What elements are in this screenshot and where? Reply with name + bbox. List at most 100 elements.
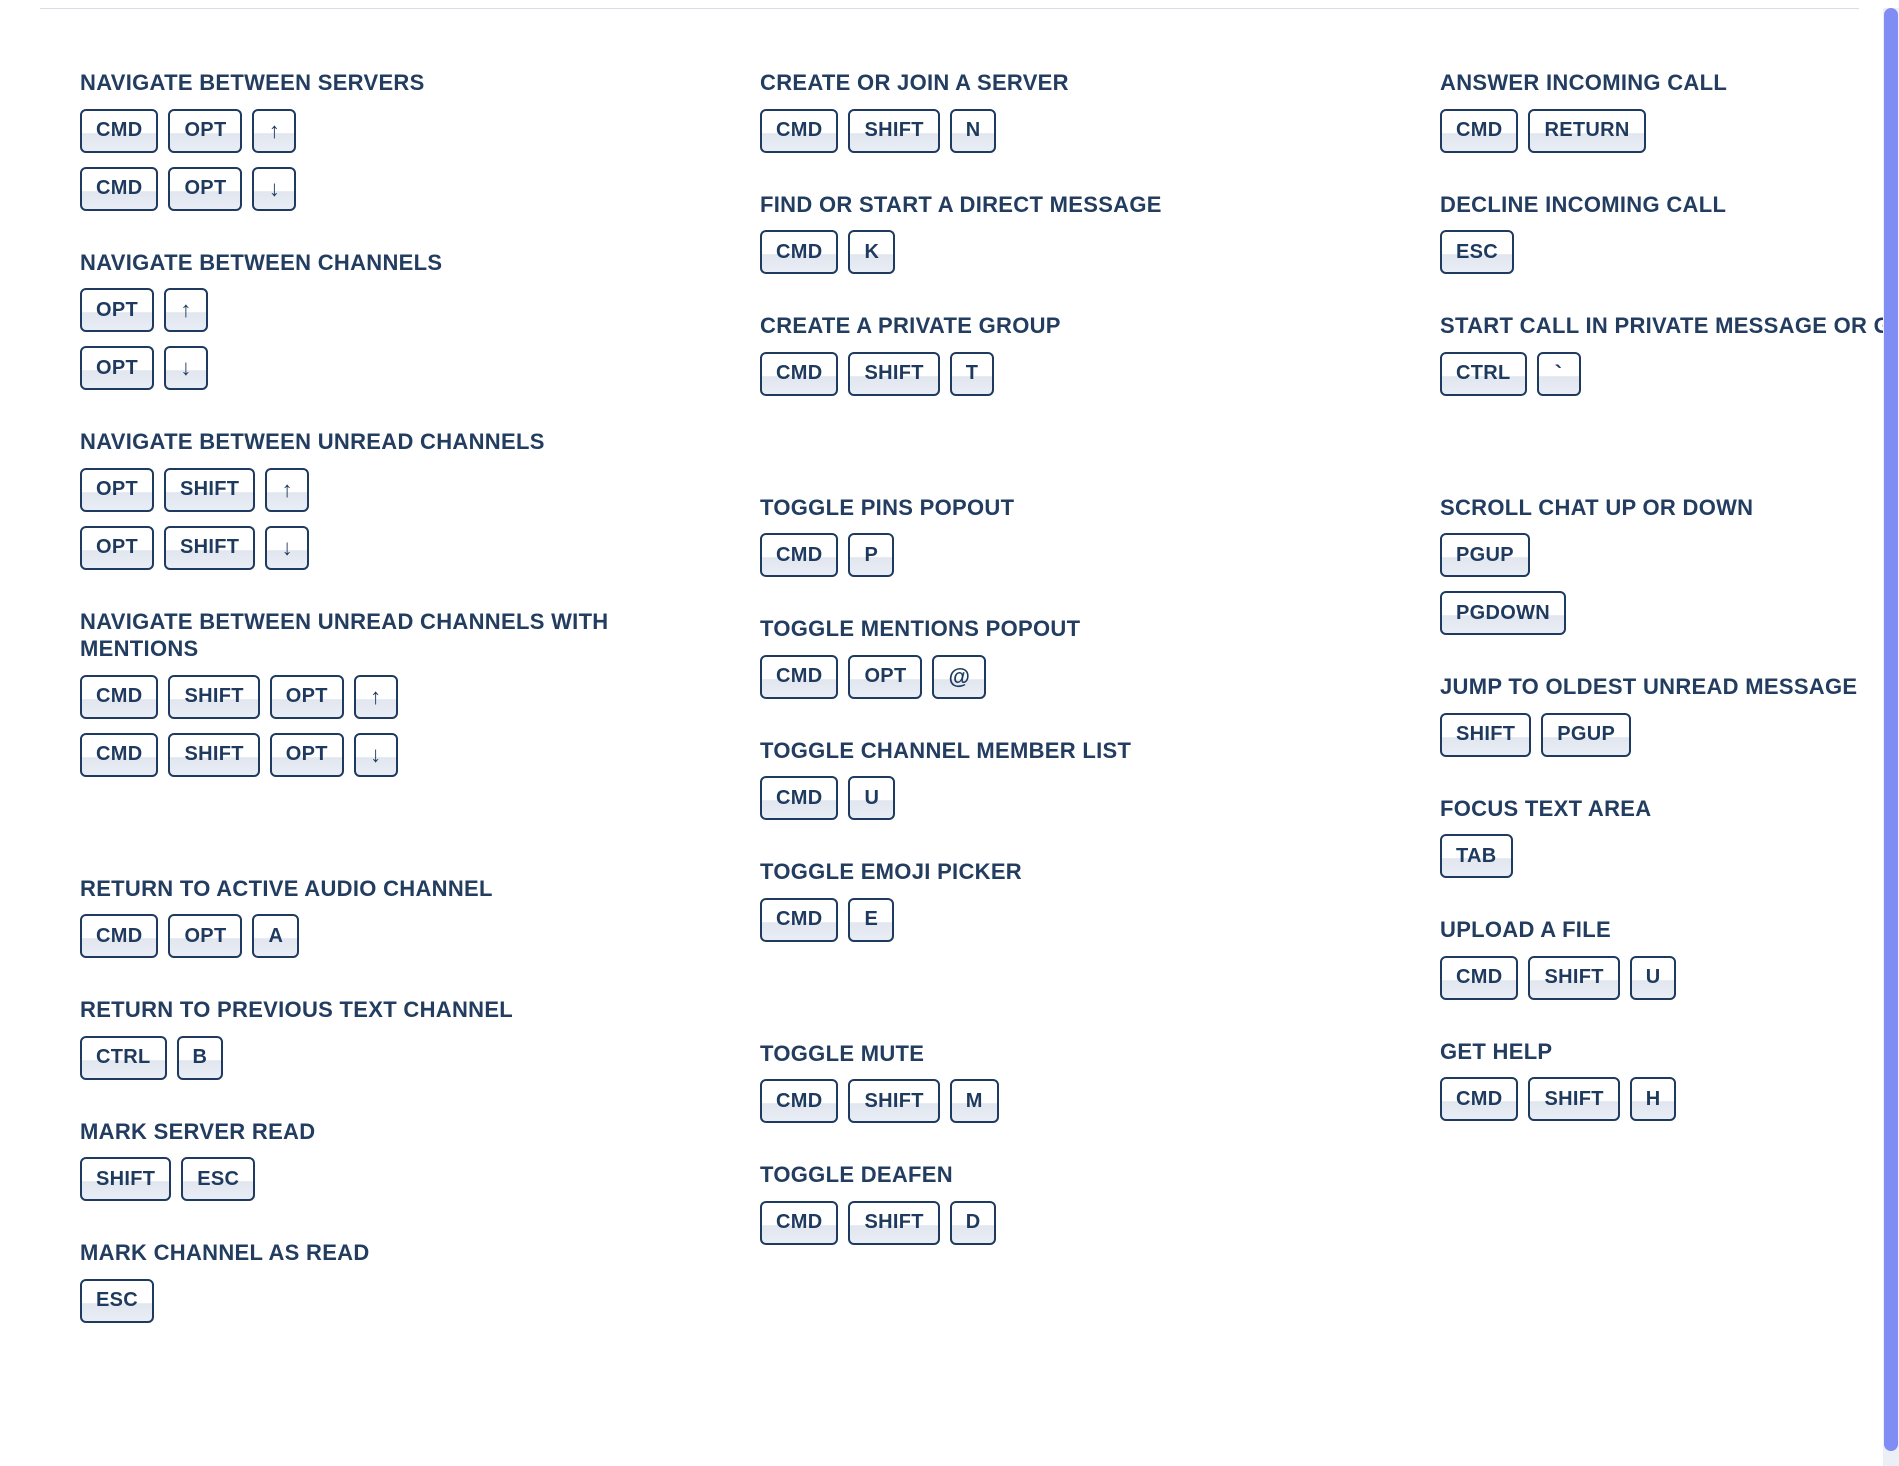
keybind-section-title: FOCUS TEXT AREA	[1440, 795, 1899, 823]
key: U	[1630, 956, 1677, 1000]
key: SHIFT	[164, 468, 255, 512]
keybind-section: START CALL IN PRIVATE MESSAGE OR GROUP CT…	[1440, 312, 1899, 396]
key: CMD	[80, 733, 158, 777]
key: CMD	[760, 230, 838, 274]
keybind-section: TOGGLE MUTE CMDSHIFTM	[760, 1040, 1320, 1124]
keybind-section-title: FIND OR START A DIRECT MESSAGE	[760, 191, 1320, 219]
keybind-section: NAVIGATE BETWEEN UNREAD CHANNELS OPTSHIFT…	[80, 428, 640, 570]
keybind-section: TOGGLE CHANNEL MEMBER LISTCMDU	[760, 737, 1320, 821]
keybind-section: FIND OR START A DIRECT MESSAGE CMDK	[760, 191, 1320, 275]
key: ESC	[80, 1279, 154, 1323]
keybind-section: UPLOAD A FILECMDSHIFTU	[1440, 916, 1899, 1000]
key: OPT	[270, 733, 344, 777]
key: K	[848, 230, 895, 274]
key: D	[950, 1201, 997, 1245]
key: ↓	[265, 526, 309, 570]
key: OPT	[80, 288, 154, 332]
key: SHIFT	[80, 1157, 171, 1201]
keybind-section: TOGGLE DEAFENCMDSHIFTD	[760, 1161, 1320, 1245]
key: P	[848, 533, 894, 577]
key: CTRL	[1440, 352, 1527, 396]
key: SHIFT	[1440, 713, 1531, 757]
keybind-section-title: START CALL IN PRIVATE MESSAGE OR GROUP	[1440, 312, 1899, 340]
keybind-section: MARK CHANNEL AS READESC	[80, 1239, 640, 1323]
keybind-row: SHIFTESC	[80, 1157, 640, 1201]
keybind-row: CMDSHIFTOPT↑	[80, 675, 640, 719]
keybind-section-title: MARK SERVER READ	[80, 1118, 640, 1146]
keybind-section: FOCUS TEXT AREATAB	[1440, 795, 1899, 879]
keybind-row: CMDSHIFTT	[760, 352, 1320, 396]
keybind-row: PGUP	[1440, 533, 1899, 577]
keybind-row: CTRL`	[1440, 352, 1899, 396]
section-gap	[760, 980, 1320, 1040]
keybind-row: CMDRETURN	[1440, 109, 1899, 153]
key: SHIFT	[164, 526, 255, 570]
keybind-section: JUMP TO OLDEST UNREAD MESSAGESHIFTPGUP	[1440, 673, 1899, 757]
key: PGDOWN	[1440, 591, 1566, 635]
keybind-section-title: TOGGLE MUTE	[760, 1040, 1320, 1068]
keybind-row: CMDOPT↓	[80, 167, 640, 211]
key: ↓	[252, 167, 296, 211]
keybind-section: RETURN TO ACTIVE AUDIO CHANNELCMDOPTA	[80, 875, 640, 959]
keybind-section-title: GET HELP	[1440, 1038, 1899, 1066]
keybind-section-title: CREATE OR JOIN A SERVER	[760, 69, 1320, 97]
column: NAVIGATE BETWEEN SERVERSCMDOPT↑CMDOPT↓NA…	[80, 69, 640, 1361]
key: CMD	[1440, 956, 1518, 1000]
section-gap	[760, 434, 1320, 494]
key: `	[1537, 352, 1581, 396]
keybind-row: OPT↑	[80, 288, 640, 332]
column: ANSWER INCOMING CALLCMDRETURNDECLINE INC…	[1440, 69, 1899, 1361]
keybind-section-title: RETURN TO PREVIOUS TEXT CHANNEL	[80, 996, 640, 1024]
keybind-row: CTRLB	[80, 1036, 640, 1080]
key: SHIFT	[848, 352, 939, 396]
key: CTRL	[80, 1036, 167, 1080]
key: PGUP	[1440, 533, 1530, 577]
scrollbar-thumb[interactable]	[1884, 8, 1898, 1451]
keybind-row: CMDOPT↑	[80, 109, 640, 153]
keybind-row: CMDP	[760, 533, 1320, 577]
key: OPT	[168, 109, 242, 153]
keybind-row: CMDOPT@	[760, 655, 1320, 699]
key: ↑	[164, 288, 208, 332]
key: B	[177, 1036, 224, 1080]
keybind-section: GET HELP CMDSHIFTH	[1440, 1038, 1899, 1122]
key: OPT	[168, 914, 242, 958]
keybind-section: SCROLL CHAT UP OR DOWNPGUPPGDOWN	[1440, 494, 1899, 636]
key: CMD	[80, 914, 158, 958]
key: CMD	[1440, 109, 1518, 153]
keybind-section-title: CREATE A PRIVATE GROUP	[760, 312, 1320, 340]
keybind-section: TOGGLE MENTIONS POPOUTCMDOPT@	[760, 615, 1320, 699]
keybind-row: OPT↓	[80, 346, 640, 390]
section-gap	[80, 815, 640, 875]
keybind-section: NAVIGATE BETWEEN CHANNELS OPT↑ OPT↓	[80, 249, 640, 391]
key: SHIFT	[848, 1079, 939, 1123]
key: @	[932, 655, 986, 699]
key: ESC	[181, 1157, 255, 1201]
keybind-section-title: ANSWER INCOMING CALL	[1440, 69, 1899, 97]
keybind-row: OPTSHIFT↓	[80, 526, 640, 570]
key: CMD	[760, 1079, 838, 1123]
keybindings-list: NAVIGATE BETWEEN SERVERSCMDOPT↑CMDOPT↓NA…	[0, 9, 1899, 1421]
key: OPT	[80, 346, 154, 390]
key: OPT	[168, 167, 242, 211]
keybind-section: CREATE OR JOIN A SERVERCMDSHIFTN	[760, 69, 1320, 153]
key: U	[848, 776, 895, 820]
key: CMD	[1440, 1077, 1518, 1121]
keybind-row: OPTSHIFT↑	[80, 468, 640, 512]
scrollbar-rail[interactable]	[1883, 8, 1899, 1466]
keybind-row: CMDSHIFTM	[760, 1079, 1320, 1123]
keybind-row: CMDU	[760, 776, 1320, 820]
key: CMD	[80, 167, 158, 211]
key: A	[252, 914, 299, 958]
key: SHIFT	[848, 1201, 939, 1245]
key: CMD	[760, 109, 838, 153]
keybind-row: CMDSHIFTH	[1440, 1077, 1899, 1121]
key: CMD	[760, 898, 838, 942]
keybind-section-title: NAVIGATE BETWEEN SERVERS	[80, 69, 640, 97]
key: SHIFT	[1528, 1077, 1619, 1121]
key: CMD	[760, 533, 838, 577]
keybind-row: CMDSHIFTOPT↓	[80, 733, 640, 777]
keybind-section-title: TOGGLE DEAFEN	[760, 1161, 1320, 1189]
keybind-section-title: NAVIGATE BETWEEN CHANNELS	[80, 249, 640, 277]
keybind-section-title: NAVIGATE BETWEEN UNREAD CHANNELS	[80, 428, 640, 456]
